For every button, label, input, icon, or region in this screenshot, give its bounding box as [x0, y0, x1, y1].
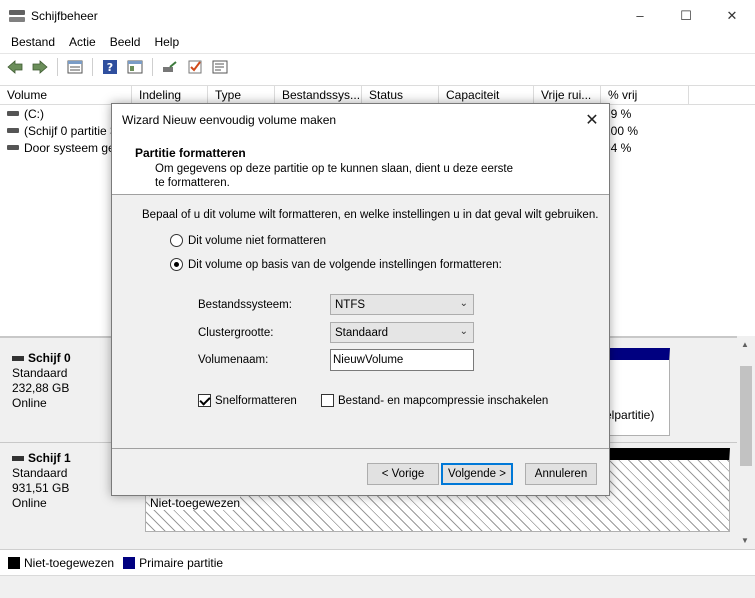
close-button[interactable]: ✕ [709, 0, 755, 31]
menu-bestand[interactable]: Bestand [4, 31, 62, 53]
disk-0-partition[interactable]: elpartitie) [600, 348, 670, 436]
column-capaciteit[interactable]: Capaciteit [439, 86, 534, 104]
legend-primary: Primaire partitie [123, 556, 223, 570]
quick-format-checkbox[interactable]: Snelformatteren [198, 394, 297, 407]
column-status[interactable]: Status [362, 86, 439, 104]
maximize-button[interactable]: ☐ [663, 0, 709, 31]
volume-name: (Schijf 0 partitie 3) [24, 123, 121, 138]
volume-icon [7, 128, 19, 133]
disk-0-name: Schijf 0 [28, 351, 71, 365]
disk-management-icon [9, 9, 25, 23]
connect-icon[interactable] [159, 56, 181, 78]
volume-name-input[interactable]: NieuwVolume [330, 349, 474, 371]
chevron-down-icon: ⌄ [459, 326, 468, 337]
radio-no-format-button[interactable] [170, 234, 183, 247]
disk-1-name: Schijf 1 [28, 451, 71, 465]
list-view-icon[interactable] [64, 56, 86, 78]
scroll-up-icon[interactable]: ▲ [741, 340, 749, 349]
menu-beeld[interactable]: Beeld [103, 31, 148, 53]
menu-bar: Bestand Actie Beeld Help [0, 31, 755, 53]
partition-label: elpartitie) [605, 408, 655, 422]
next-button[interactable]: Volgende > [441, 463, 513, 485]
scrollbar-thumb[interactable] [740, 366, 752, 466]
window-title: Schijfbeheer [31, 8, 98, 23]
dialog-header: Partitie formatteren Om gegevens op deze… [112, 135, 609, 195]
volume-name-label: Volumenaam: [198, 354, 269, 366]
partition-label: Niet-toegewezen [150, 496, 241, 510]
column-pct-vrij[interactable]: % vrij [601, 86, 689, 104]
cluster-size-select[interactable]: Standaard ⌄ [330, 322, 474, 343]
filesystem-label: Bestandssysteem: [198, 299, 292, 311]
toolbar-separator [92, 58, 93, 76]
help-icon[interactable]: ? [99, 56, 121, 78]
chevron-down-icon: ⌄ [459, 298, 468, 309]
menu-help[interactable]: Help [147, 31, 186, 53]
minimize-button[interactable]: – [617, 0, 663, 31]
disk-pane-scrollbar[interactable]: ▲ ▼ [737, 336, 755, 549]
cluster-size-label: Clustergrootte: [198, 327, 274, 339]
dialog-close-button[interactable]: ✕ [575, 104, 609, 135]
disk-icon [12, 355, 24, 361]
dialog-subheading: Om gegevens op deze partitie op te kunne… [155, 163, 514, 189]
column-indeling[interactable]: Indeling [132, 86, 208, 104]
dialog-intro: Bepaal of u dit volume wilt formatteren,… [142, 209, 599, 221]
compression-check[interactable] [321, 394, 334, 407]
radio-format-button[interactable] [170, 258, 183, 271]
dialog-heading: Partitie formatteren [135, 146, 246, 160]
back-button[interactable]: < Vorige [367, 463, 439, 485]
volume-icon [7, 111, 19, 116]
check-icon[interactable] [184, 56, 206, 78]
compression-checkbox[interactable]: Bestand- en mapcompressie inschakelen [321, 394, 548, 407]
column-volume[interactable]: Volume [0, 86, 132, 104]
dialog-separator [112, 448, 609, 449]
column-bestandssysteem[interactable]: Bestandssys... [275, 86, 362, 104]
status-bar [0, 575, 755, 598]
dialog-title-bar: Wizard Nieuw eenvoudig volume maken ✕ [112, 104, 609, 135]
settings-icon[interactable] [209, 56, 231, 78]
column-vrije-ruimte[interactable]: Vrije rui... [534, 86, 601, 104]
volume-name: (C:) [24, 106, 44, 121]
disk-1-state: Online [12, 496, 47, 510]
scroll-down-icon[interactable]: ▼ [741, 536, 749, 545]
title-bar: Schijfbeheer – ☐ ✕ [0, 0, 755, 31]
legend: Niet-toegewezen Primaire partitie [0, 549, 755, 575]
legend-swatch [123, 556, 136, 569]
disk-icon [12, 455, 24, 461]
filesystem-select[interactable]: NTFS ⌄ [330, 294, 474, 315]
legend-swatch [8, 556, 20, 569]
properties-icon[interactable] [124, 56, 146, 78]
svg-text:?: ? [107, 61, 113, 74]
forward-icon[interactable] [29, 56, 51, 78]
legend-unallocated: Niet-toegewezen [8, 556, 114, 570]
toolbar: ? [0, 53, 755, 80]
new-simple-volume-wizard: Wizard Nieuw eenvoudig volume maken ✕ Pa… [111, 103, 610, 496]
toolbar-separator [57, 58, 58, 76]
radio-no-format[interactable]: Dit volume niet formatteren [170, 234, 326, 247]
back-icon[interactable] [4, 56, 26, 78]
menu-actie[interactable]: Actie [62, 31, 103, 53]
dialog-title: Wizard Nieuw eenvoudig volume maken [122, 112, 337, 127]
toolbar-separator [152, 58, 153, 76]
column-type[interactable]: Type [208, 86, 275, 104]
volume-icon [7, 145, 19, 150]
cancel-button[interactable]: Annuleren [525, 463, 597, 485]
quick-format-check[interactable] [198, 394, 211, 407]
radio-format[interactable]: Dit volume op basis van de volgende inst… [170, 258, 502, 271]
